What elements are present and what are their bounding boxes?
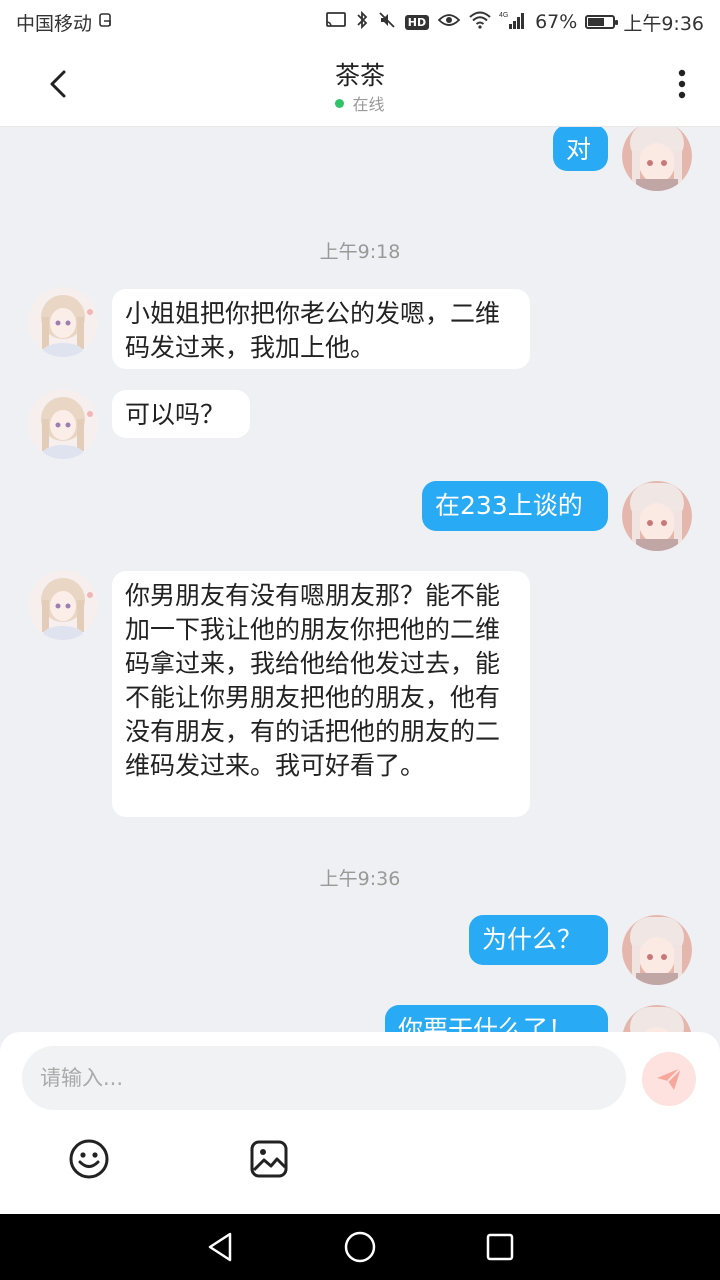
mute-icon xyxy=(377,10,397,34)
bluetooth-icon xyxy=(355,10,369,34)
message-bubble-outgoing[interactable]: 对 xyxy=(553,127,608,171)
message-text: 你要干什么了！ xyxy=(398,1015,574,1032)
avatar-girl-pink-image xyxy=(622,127,692,191)
input-panel xyxy=(0,1032,720,1214)
message-text: 可以吗？ xyxy=(125,400,226,429)
nav-recents-button[interactable] xyxy=(483,1230,517,1264)
nav-home-button[interactable] xyxy=(343,1230,377,1264)
eye-icon xyxy=(437,12,461,32)
my-avatar[interactable] xyxy=(622,481,692,551)
message-text: 对 xyxy=(566,135,592,164)
timestamp: 上午9:36 xyxy=(319,868,401,890)
message-text: 你男朋友有没有嗯朋友那？能不能加一下我让他的朋友你把他的二维码拿过来，我给他给他… xyxy=(125,581,501,780)
message-text: 在233上谈的 xyxy=(435,491,583,520)
sim-card-icon xyxy=(98,12,114,32)
message-list[interactable]: 对 上午9:18 小姐姐把你把你老公的发嗯，二维码发过来，我加上他。 可以吗？ … xyxy=(0,127,720,1032)
message-text: 小姐姐把你把你老公的发嗯，二维码发过来，我加上他。 xyxy=(125,299,501,362)
my-avatar[interactable] xyxy=(622,1005,692,1032)
contact-avatar[interactable] xyxy=(28,287,98,357)
network-type-label: 4G xyxy=(499,12,508,19)
my-avatar[interactable] xyxy=(622,915,692,985)
battery-percent: 67% xyxy=(535,11,578,33)
emoji-button[interactable] xyxy=(68,1138,110,1180)
contact-avatar[interactable] xyxy=(28,570,98,640)
online-status-label: 在线 xyxy=(352,95,385,114)
message-bubble-incoming[interactable]: 可以吗？ xyxy=(112,390,250,438)
avatar-girl-pink-image xyxy=(622,481,692,551)
image-icon xyxy=(250,1140,288,1178)
square-recents-icon xyxy=(486,1233,514,1261)
message-text: 为什么？ xyxy=(482,925,583,954)
status-bar: 中国移动 HD 4G 67% 上午9:36 xyxy=(0,0,720,44)
avatar-girl-pink-image xyxy=(622,1005,692,1032)
more-vertical-icon xyxy=(678,69,686,99)
nav-back-button[interactable] xyxy=(204,1230,238,1264)
wifi-icon xyxy=(469,11,491,33)
avatar-girl-blonde-image xyxy=(28,287,98,357)
status-right: HD 4G 67% 上午9:36 xyxy=(325,9,704,36)
avatar-girl-pink-image xyxy=(622,915,692,985)
carrier-label: 中国移动 xyxy=(16,12,93,35)
contact-name: 茶茶 xyxy=(334,61,385,90)
message-input[interactable] xyxy=(22,1046,626,1110)
more-options-button[interactable] xyxy=(664,64,700,104)
message-bubble-incoming[interactable]: 小姐姐把你把你老公的发嗯，二维码发过来，我加上他。 xyxy=(112,289,530,369)
battery-icon xyxy=(585,15,619,29)
timestamp: 上午9:18 xyxy=(319,241,401,263)
message-bubble-incoming[interactable]: 你男朋友有没有嗯朋友那？能不能加一下我让他的朋友你把他的二维码拿过来，我给他给他… xyxy=(112,571,530,817)
image-button[interactable] xyxy=(248,1138,290,1180)
smiley-icon xyxy=(69,1139,109,1179)
send-button[interactable] xyxy=(642,1052,696,1106)
status-left: 中国移动 xyxy=(16,9,114,36)
cast-icon xyxy=(325,11,347,33)
circle-home-icon xyxy=(344,1231,376,1263)
online-dot xyxy=(335,99,345,108)
avatar-girl-blonde-image xyxy=(28,570,98,640)
system-navigation-bar xyxy=(0,1214,720,1280)
battery-fill xyxy=(588,18,605,26)
triangle-back-icon xyxy=(208,1232,232,1262)
chat-header: 茶茶 在线 xyxy=(0,44,720,127)
hd-badge: HD xyxy=(404,14,430,30)
online-status: 在线 xyxy=(0,91,720,115)
send-plane-icon xyxy=(657,1067,682,1090)
contact-avatar[interactable] xyxy=(28,389,98,459)
message-bubble-outgoing[interactable]: 在233上谈的 xyxy=(422,481,608,531)
message-bubble-outgoing[interactable]: 你要干什么了！ xyxy=(385,1005,608,1032)
clock: 上午9:36 xyxy=(623,12,704,35)
avatar-girl-blonde-image xyxy=(28,389,98,459)
signal-icon: 4G xyxy=(499,10,527,34)
message-bubble-outgoing[interactable]: 为什么？ xyxy=(469,915,608,965)
my-avatar[interactable] xyxy=(622,127,692,191)
